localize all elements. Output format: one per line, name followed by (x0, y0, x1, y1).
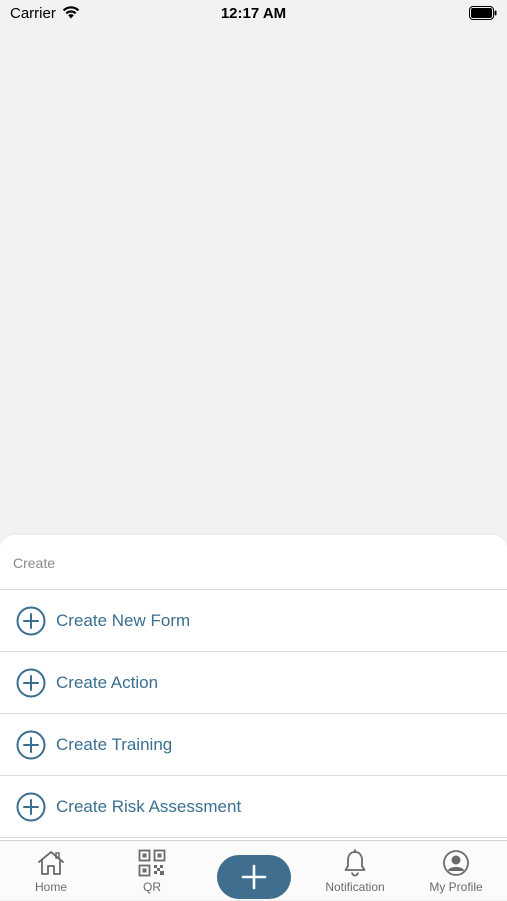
tab-bar: Home QR Notification My Profile (0, 840, 507, 900)
tab-home[interactable]: Home (6, 841, 96, 901)
plus-circle-icon (16, 668, 46, 697)
plus-circle-icon (16, 730, 46, 759)
plus-circle-icon (16, 606, 46, 635)
tab-home-label: Home (34, 880, 67, 894)
create-sheet: Create Create New Form Create Action Cre… (0, 535, 507, 840)
plus-circle-icon (16, 792, 46, 821)
create-training-label: Create Training (56, 734, 173, 754)
create-action-label: Create Action (56, 672, 159, 692)
status-time: 12:17 AM (220, 5, 287, 22)
tab-my-profile[interactable]: My Profile (411, 841, 501, 901)
create-action-item[interactable]: Create Action (0, 652, 507, 714)
tab-qr-label: QR (143, 880, 161, 894)
create-new-form-label: Create New Form (56, 610, 191, 630)
qr-code-icon (138, 849, 166, 877)
tab-my-profile-label: My Profile (429, 880, 483, 894)
status-bar: Carrier 12:17 AM (0, 0, 507, 30)
tab-notification[interactable]: Notification (310, 841, 400, 901)
tab-notification-label: Notification (325, 880, 385, 894)
tab-qr[interactable]: QR (107, 841, 197, 901)
profile-icon (443, 850, 469, 876)
create-risk-assessment-label: Create Risk Assessment (56, 796, 242, 816)
bell-icon (344, 849, 366, 877)
battery-icon (469, 6, 497, 20)
plus-icon (241, 864, 267, 890)
create-fab-button[interactable] (217, 855, 291, 899)
home-icon (38, 851, 64, 875)
create-new-form-item[interactable]: Create New Form (0, 590, 507, 652)
sheet-title: Create (0, 535, 507, 590)
create-risk-assessment-item[interactable]: Create Risk Assessment (0, 776, 507, 838)
create-training-item[interactable]: Create Training (0, 714, 507, 776)
